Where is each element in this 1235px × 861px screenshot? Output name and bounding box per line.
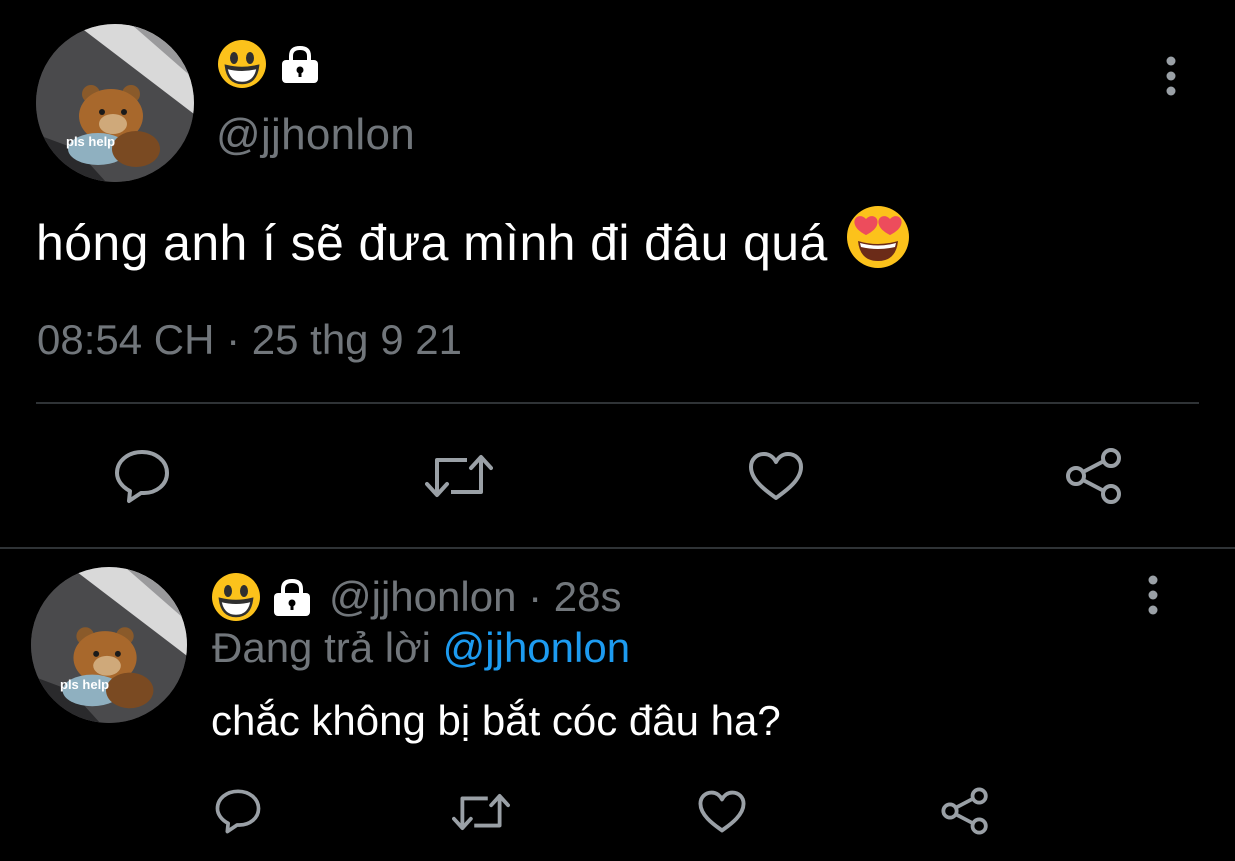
tweet-timestamp[interactable]: 08:54 CH · 25 thg 9 21 [37,316,462,364]
like-icon[interactable] [697,789,747,834]
main-tweet: pls help @jjhonlon hóng anh í sẽ đưa mìn… [0,0,1235,548]
handle-and-time[interactable]: @jjhonlon · 28s [329,573,621,621]
reply-header: @jjhonlon · 28s [211,572,621,622]
smiling-face-emoji-icon [211,572,261,622]
reply-text: chắc không bị bắt cóc đâu ha? [211,697,781,744]
share-icon[interactable] [940,786,990,836]
share-icon[interactable] [1064,446,1124,506]
tweet-text-content: hóng anh í sẽ đưa mình đi đâu quá [36,215,828,271]
avatar[interactable]: pls help [36,24,194,182]
handle[interactable]: @jjhonlon [216,110,415,160]
divider [36,402,1199,404]
like-icon[interactable] [747,450,805,502]
heart-eyes-emoji-icon [846,205,910,281]
tweet-text: hóng anh í sẽ đưa mình đi đâu quá [36,205,910,281]
mention-link[interactable]: @jjhonlon [443,624,630,671]
replying-to-prefix: Đang trả lời [212,624,431,671]
reply-icon[interactable] [113,448,171,504]
smiling-face-emoji-icon [217,39,267,94]
tweet-detail-screen: pls help @jjhonlon hóng anh í sẽ đưa mìn… [0,0,1235,861]
avatar-image [36,24,194,182]
display-name[interactable] [217,39,321,94]
more-options-icon[interactable] [1162,56,1180,96]
avatar[interactable]: pls help [31,567,187,723]
retweet-icon[interactable] [425,450,493,502]
replying-to: Đang trả lời @jjhonlon [212,624,630,672]
reply-icon[interactable] [213,788,263,834]
retweet-icon[interactable] [452,790,510,834]
avatar-caption: pls help [66,134,116,149]
lock-icon [279,43,321,90]
avatar-image [31,567,187,723]
lock-icon [271,576,313,618]
avatar-caption: pls help [60,677,110,692]
divider [0,547,1235,549]
more-options-icon[interactable] [1144,575,1162,615]
